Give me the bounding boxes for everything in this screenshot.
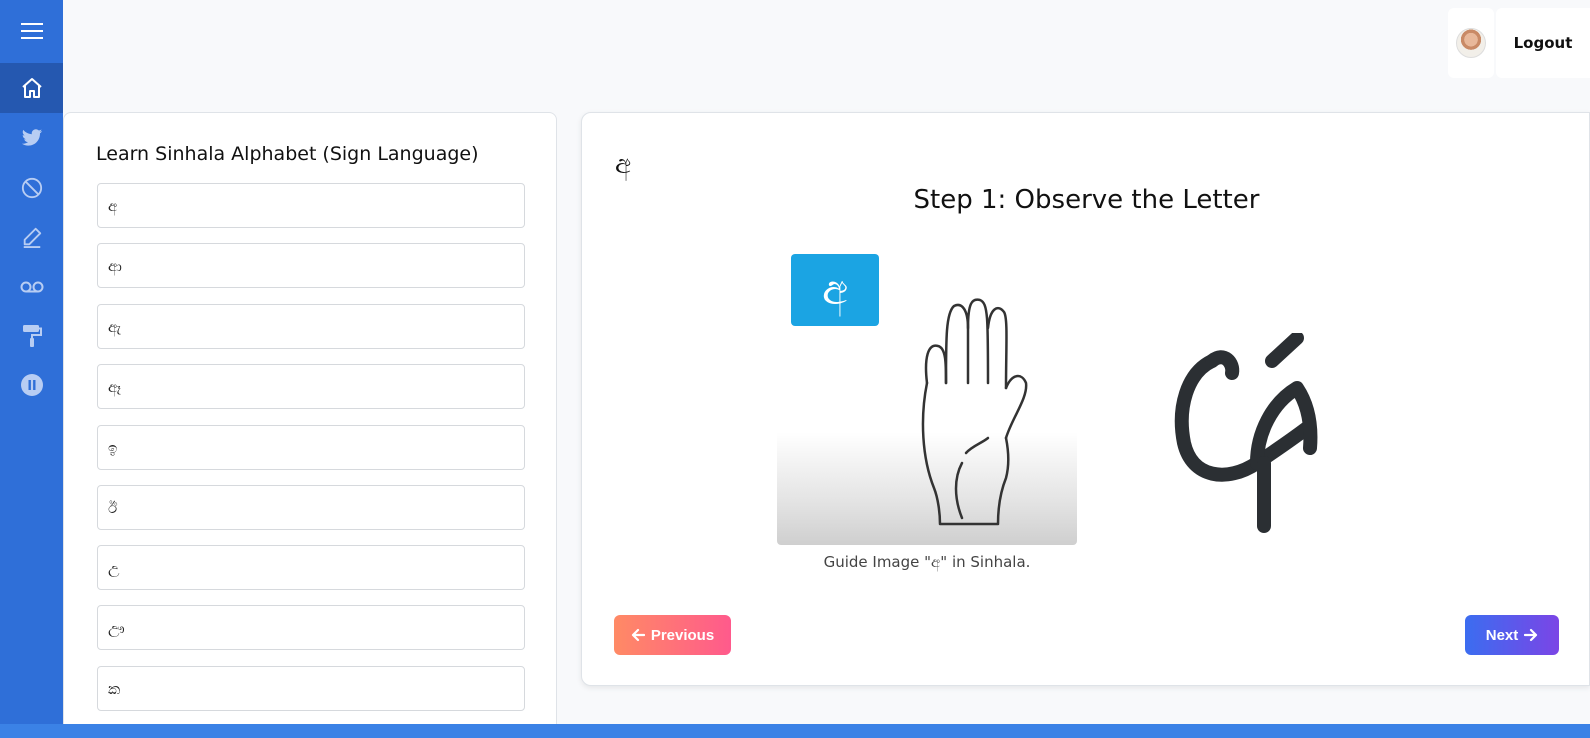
voicemail-icon bbox=[20, 281, 43, 293]
pause-circle-icon bbox=[20, 374, 43, 396]
lesson-panel: අ Step 1: Observe the Letter අ Guide Ima… bbox=[581, 112, 1590, 686]
next-button[interactable]: Next bbox=[1465, 615, 1559, 655]
letter-item[interactable]: ක bbox=[97, 666, 525, 711]
avatar bbox=[1456, 28, 1486, 58]
letter-glyph-icon bbox=[1174, 333, 1318, 533]
previous-button[interactable]: Previous bbox=[614, 615, 731, 655]
arrow-right-icon bbox=[1524, 628, 1538, 642]
sidebar-item-home[interactable] bbox=[0, 63, 63, 113]
twitter-icon bbox=[21, 129, 42, 146]
letter-item[interactable]: ඈ bbox=[97, 364, 525, 409]
sidebar-item-block[interactable] bbox=[0, 163, 63, 213]
pencil-icon bbox=[23, 227, 41, 248]
arrow-left-icon bbox=[631, 628, 645, 642]
current-letter: අ bbox=[615, 150, 632, 180]
hand-sign-icon bbox=[921, 298, 1028, 526]
alphabet-panel-title: Learn Sinhala Alphabet (Sign Language) bbox=[96, 143, 479, 165]
block-icon bbox=[21, 177, 42, 199]
paint-roller-icon bbox=[22, 325, 42, 347]
user-avatar-button[interactable] bbox=[1448, 8, 1494, 78]
home-icon bbox=[21, 78, 42, 98]
previous-label: Previous bbox=[650, 626, 715, 644]
letter-badge: අ bbox=[791, 254, 879, 326]
sidebar-item-paint[interactable] bbox=[0, 311, 63, 361]
sidebar-item-edit[interactable] bbox=[0, 212, 63, 262]
letter-item[interactable]: ඉ bbox=[97, 425, 525, 470]
letter-item[interactable]: ආ bbox=[97, 243, 525, 288]
sidebar-item-voicemail[interactable] bbox=[0, 262, 63, 312]
logout-button[interactable]: Logout bbox=[1496, 8, 1590, 78]
sidebar bbox=[0, 0, 63, 738]
letter-item[interactable]: අ bbox=[97, 183, 525, 228]
letter-item[interactable]: ඇ bbox=[97, 304, 525, 349]
bottom-bar bbox=[0, 724, 1590, 738]
sidebar-item-pause[interactable] bbox=[0, 360, 63, 410]
menu-icon bbox=[20, 23, 43, 39]
letter-item[interactable]: ඌ bbox=[97, 605, 525, 650]
guide-image: අ bbox=[777, 248, 1077, 545]
guide-caption: Guide Image "අ" in Sinhala. bbox=[823, 553, 1031, 571]
next-label: Next bbox=[1485, 626, 1519, 644]
alphabet-panel: Learn Sinhala Alphabet (Sign Language) අ… bbox=[63, 112, 557, 738]
letter-item[interactable]: ඊ bbox=[97, 485, 525, 530]
letter-item[interactable]: උ bbox=[97, 545, 525, 590]
step-title: Step 1: Observe the Letter bbox=[913, 185, 1260, 215]
menu-toggle-button[interactable] bbox=[0, 6, 63, 56]
sidebar-item-twitter[interactable] bbox=[0, 113, 63, 163]
